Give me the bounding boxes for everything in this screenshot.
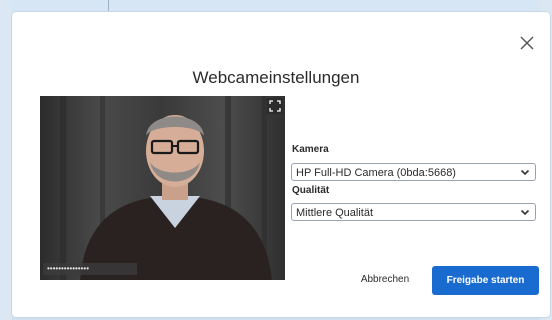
quality-select-value: Mittlere Qualität [296, 207, 374, 219]
camera-select-value: HP Full-HD Camera (0bda:5668) [296, 167, 456, 179]
dialog-title: Webcameinstellungen [192, 68, 360, 87]
start-sharing-button[interactable]: Freigabe starten [432, 266, 539, 295]
webcam-image [40, 96, 285, 280]
camera-select[interactable]: HP Full-HD Camera (0bda:5668) [291, 163, 536, 181]
background-left-edge [0, 0, 12, 320]
background-divider [108, 0, 109, 12]
expand-button[interactable] [267, 98, 283, 114]
expand-icon [269, 100, 281, 112]
participant-name-tag: ••••••••••••••• [43, 263, 137, 275]
webcam-preview [40, 96, 285, 280]
camera-label: Kamera [292, 144, 329, 155]
chevron-down-icon [520, 169, 530, 176]
quality-label: Qualität [292, 185, 330, 196]
close-button[interactable] [518, 34, 536, 52]
quality-select[interactable]: Mittlere Qualität [291, 203, 536, 221]
chevron-down-icon [520, 209, 530, 216]
cancel-button[interactable]: Abbrechen [352, 270, 418, 290]
close-icon [520, 36, 534, 50]
background-top-bar [0, 0, 552, 12]
